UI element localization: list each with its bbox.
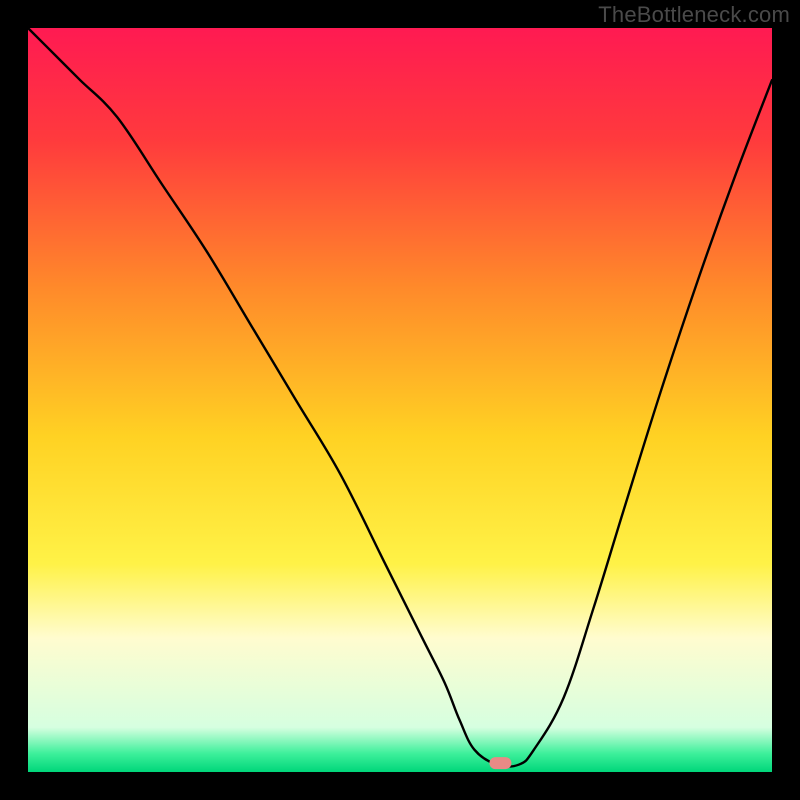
plot-area xyxy=(28,28,772,772)
watermark-text: TheBottleneck.com xyxy=(598,2,790,28)
chart-frame: TheBottleneck.com xyxy=(0,0,800,800)
chart-svg xyxy=(28,28,772,772)
gradient-background xyxy=(28,28,772,772)
optimal-marker xyxy=(489,757,511,769)
